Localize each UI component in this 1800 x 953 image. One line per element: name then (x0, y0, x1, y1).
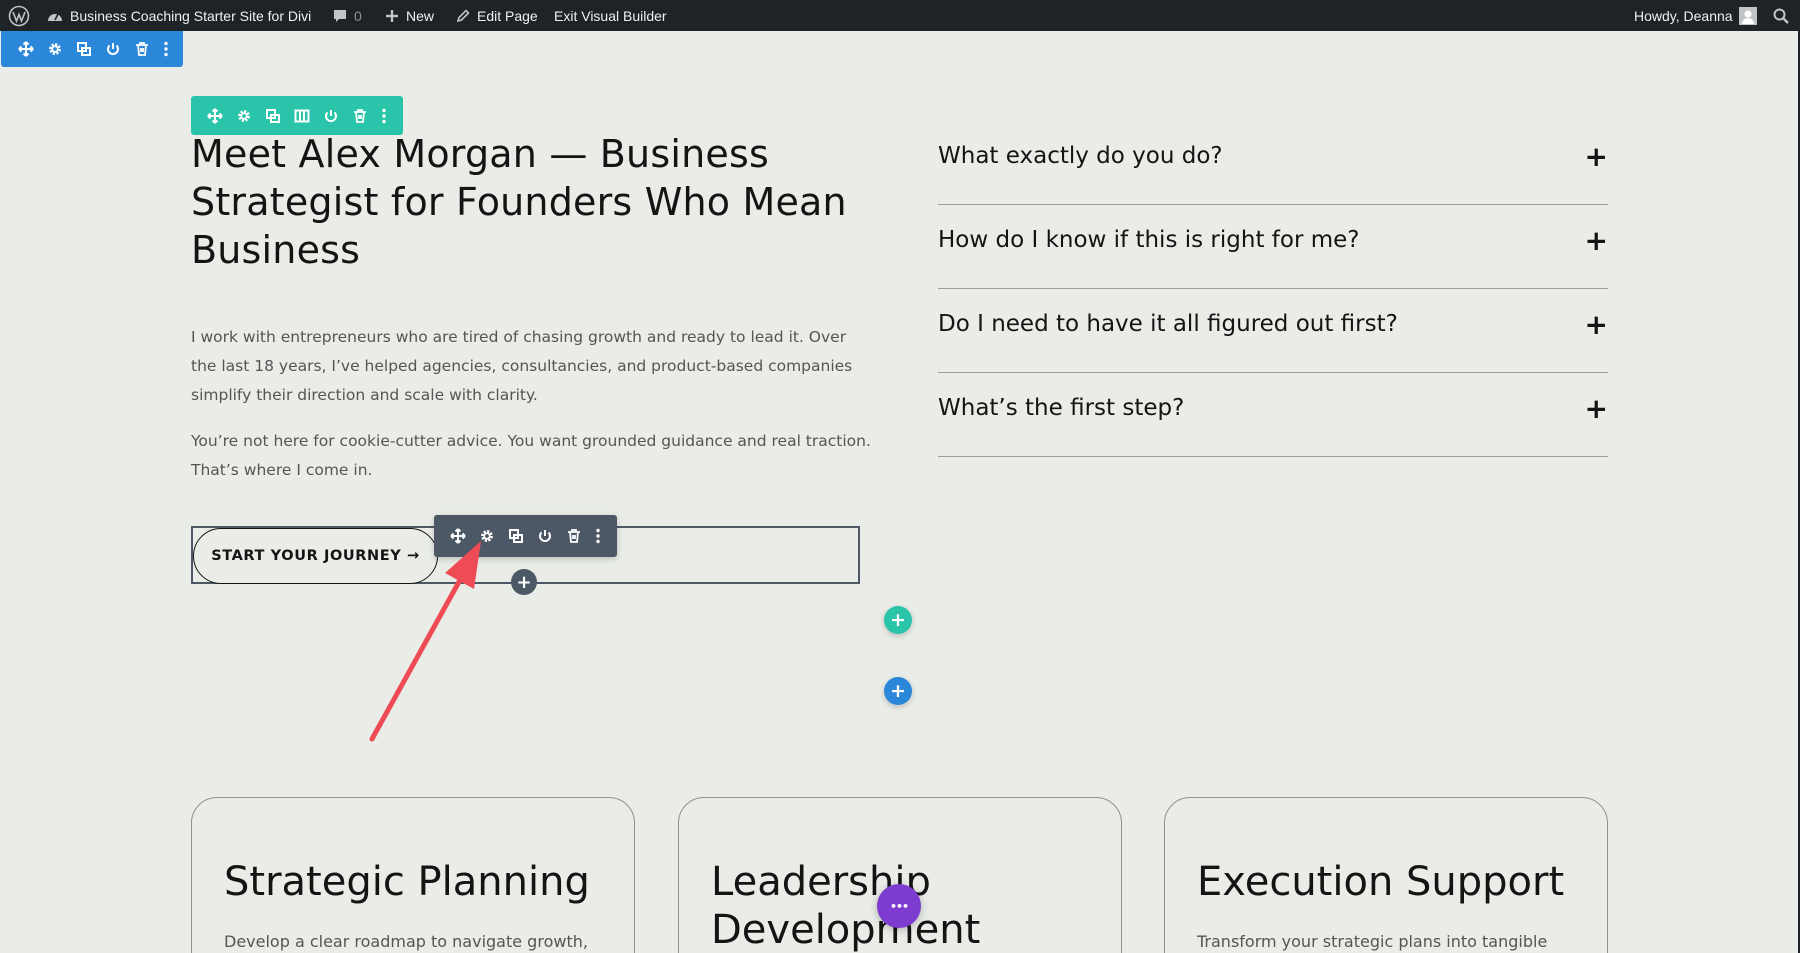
more-icon[interactable] (156, 31, 176, 67)
new-label: New (406, 7, 435, 24)
trash-icon[interactable] (127, 31, 156, 67)
faq-item[interactable]: Do I need to have it all figured out fir… (938, 289, 1608, 373)
card-title: Strategic Planning (224, 859, 590, 905)
service-card: Execution Support Transform your strateg… (1164, 797, 1608, 953)
service-card: Strategic Planning Develop a clear roadm… (191, 797, 635, 953)
comment-icon (332, 8, 348, 24)
faq-question: What exactly do you do? (938, 143, 1223, 169)
power-icon[interactable] (98, 31, 127, 67)
add-row-glyph: + (890, 609, 906, 631)
add-section-glyph: + (890, 680, 906, 702)
expand-plus-icon[interactable]: + (1585, 224, 1608, 257)
card-title: Leadership Development (711, 859, 981, 953)
annotation-arrow (369, 541, 481, 742)
site-name-link[interactable]: Business Coaching Starter Site for Divi (46, 0, 311, 31)
comments-link[interactable]: 0 (332, 0, 362, 31)
duplicate-icon[interactable] (501, 515, 530, 557)
faq-question: Do I need to have it all figured out fir… (938, 311, 1398, 337)
search-icon[interactable] (1772, 0, 1790, 31)
wordpress-logo-icon[interactable] (8, 0, 30, 31)
power-icon[interactable] (530, 515, 559, 557)
greeting: Howdy, Deanna (1634, 7, 1733, 24)
avatar (1738, 6, 1757, 25)
faq-item[interactable]: What exactly do you do? + (938, 121, 1608, 205)
expand-plus-icon[interactable]: + (1585, 308, 1608, 341)
hero-paragraph-1: I work with entrepreneurs who are tired … (191, 328, 853, 404)
page-settings-button[interactable]: ••• (877, 884, 921, 928)
more-icon: ••• (889, 899, 909, 913)
new-link[interactable]: New (384, 0, 434, 31)
dashboard-icon (46, 8, 64, 24)
section-toolbar (1, 31, 183, 67)
pencil-icon (455, 8, 471, 24)
expand-plus-icon[interactable]: + (1585, 140, 1608, 173)
edit-page-link[interactable]: Edit Page (455, 0, 538, 31)
exit-visual-builder-link[interactable]: Exit Visual Builder (554, 0, 667, 31)
plus-icon (384, 8, 400, 24)
edit-page-label: Edit Page (477, 7, 538, 24)
add-section-button[interactable]: + (884, 677, 912, 705)
faq-question: What’s the first step? (938, 395, 1185, 421)
move-icon[interactable] (11, 31, 40, 67)
exit-builder-label: Exit Visual Builder (554, 7, 667, 24)
add-module-glyph: + (516, 571, 532, 593)
card-description: Develop a clear roadmap to navigate grow… (224, 932, 588, 951)
faq-item[interactable]: How do I know if this is right for me? + (938, 205, 1608, 289)
site-name: Business Coaching Starter Site for Divi (70, 7, 312, 24)
comments-count: 0 (354, 7, 362, 24)
gear-icon[interactable] (40, 31, 69, 67)
add-row-button[interactable]: + (884, 606, 912, 634)
faq-question: How do I know if this is right for me? (938, 227, 1360, 253)
more-icon[interactable] (588, 515, 608, 557)
faq-item[interactable]: What’s the first step? + (938, 373, 1608, 457)
admin-bar: Business Coaching Starter Site for Divi … (0, 0, 1800, 31)
service-card: Leadership Development (678, 797, 1122, 953)
card-title: Execution Support (1197, 859, 1565, 905)
add-module-button[interactable]: + (511, 569, 537, 595)
duplicate-icon[interactable] (69, 31, 98, 67)
hero-paragraph-2: You’re not here for cookie-cutter advice… (191, 432, 871, 479)
account-menu[interactable]: Howdy, Deanna (1634, 0, 1757, 31)
trash-icon[interactable] (559, 515, 588, 557)
card-description: Transform your strategic plans into tang… (1197, 932, 1548, 951)
expand-plus-icon[interactable]: + (1585, 392, 1608, 425)
hero-heading: Meet Alex Morgan — Business Strategist f… (191, 132, 847, 272)
